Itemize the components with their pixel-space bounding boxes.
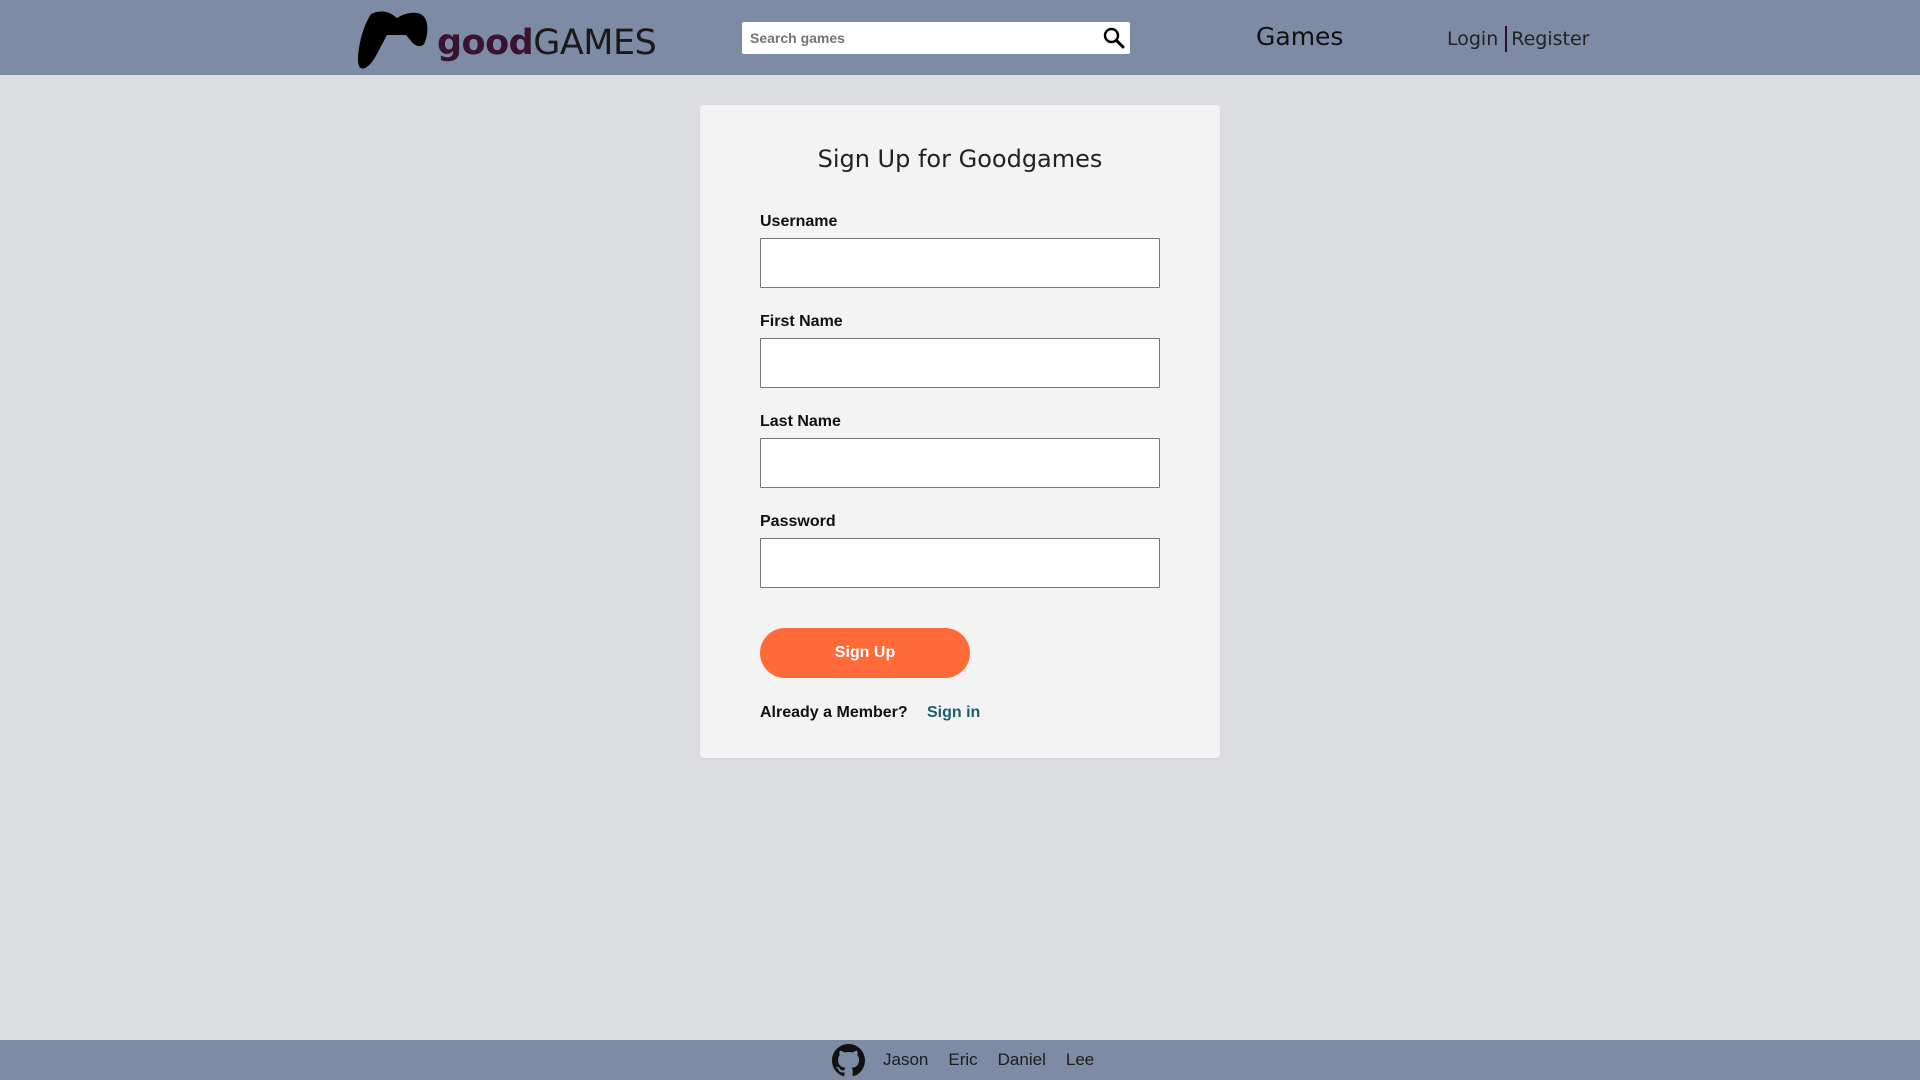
site-footer: Jason Eric Daniel Lee	[0, 1040, 1920, 1080]
footer-link-jason[interactable]: Jason	[883, 1050, 928, 1070]
logo-games-text: GAMES	[533, 22, 657, 63]
auth-divider	[1505, 26, 1508, 52]
footer-link-lee[interactable]: Lee	[1066, 1050, 1094, 1070]
page-title: Sign Up for Goodgames	[817, 145, 1103, 173]
logo-good-text: good	[437, 22, 534, 63]
first-name-field[interactable]	[760, 338, 1160, 388]
home-logo-link[interactable]: goodGAMES	[357, 8, 657, 70]
signup-button[interactable]: Sign Up	[760, 628, 970, 678]
search-bar	[742, 22, 1130, 54]
nav-games-link[interactable]: Games	[1256, 22, 1343, 51]
password-field[interactable]	[760, 538, 1160, 588]
password-label: Password	[760, 513, 836, 530]
last-name-field[interactable]	[760, 438, 1160, 488]
auth-links: Login Register	[1447, 26, 1590, 52]
search-input[interactable]	[742, 23, 1082, 53]
footer-link-eric[interactable]: Eric	[948, 1050, 977, 1070]
login-link[interactable]: Login	[1447, 28, 1498, 50]
gamepad-logo-icon	[358, 11, 428, 69]
footer-links: Jason Eric Daniel Lee	[832, 1043, 1114, 1077]
github-icon[interactable]	[832, 1043, 865, 1077]
site-header: goodGAMES Games Login Register	[0, 0, 1920, 75]
search-icon[interactable]	[1102, 26, 1126, 50]
username-label: Username	[760, 213, 838, 230]
already-member-text: Already a Member?	[760, 704, 908, 721]
logo-text: goodGAMES	[437, 18, 657, 63]
username-field[interactable]	[760, 238, 1160, 288]
signup-card: Sign Up for Goodgames Username First Nam…	[700, 105, 1220, 758]
first-name-label: First Name	[760, 313, 843, 330]
register-link[interactable]: Register	[1511, 28, 1589, 50]
last-name-label: Last Name	[760, 413, 841, 430]
footer-link-daniel[interactable]: Daniel	[998, 1050, 1046, 1070]
signin-link[interactable]: Sign in	[927, 704, 980, 722]
